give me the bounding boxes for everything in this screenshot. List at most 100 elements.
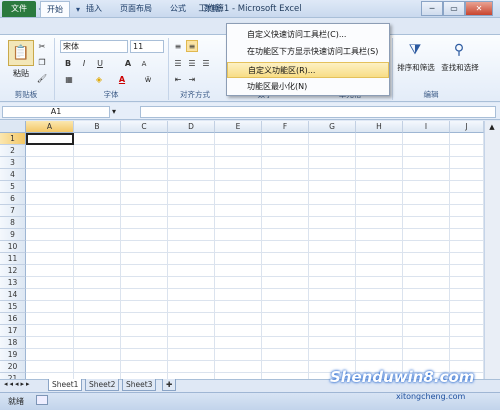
row-header-18[interactable]: 18	[0, 337, 26, 349]
tab-insert[interactable]: 插入	[80, 1, 108, 17]
group-editing-label: 编辑	[423, 90, 439, 99]
sheet-tab-2[interactable]: Sheet2	[85, 379, 120, 391]
maximize-button[interactable]: ▭	[443, 1, 465, 16]
row-header-8[interactable]: 8	[0, 217, 26, 229]
row-gridline	[26, 252, 484, 253]
insert-sheet-icon[interactable]: ✚	[162, 379, 176, 391]
row-header-14[interactable]: 14	[0, 289, 26, 301]
fill-color-icon[interactable]: ◈	[92, 73, 106, 86]
menu-item-customize-ribbon[interactable]: 自定义功能区(R)...	[227, 62, 389, 78]
menu-item-minimize-ribbon[interactable]: 功能区最小化(N)	[227, 79, 389, 95]
column-header-E[interactable]: E	[215, 121, 262, 133]
row-header-17[interactable]: 17	[0, 325, 26, 337]
tab-formulas[interactable]: 公式	[164, 1, 192, 17]
row-header-19[interactable]: 19	[0, 349, 26, 361]
column-header-I[interactable]: I	[403, 121, 450, 133]
row-header-16[interactable]: 16	[0, 313, 26, 325]
formula-input[interactable]	[140, 106, 496, 118]
vertical-scrollbar[interactable]	[484, 121, 500, 379]
menu-item-show-qat-below[interactable]: 在功能区下方显示快速访问工具栏(S)	[227, 44, 389, 60]
row-header-9[interactable]: 9	[0, 229, 26, 241]
column-header-B[interactable]: B	[74, 121, 121, 133]
column-header-G[interactable]: G	[309, 121, 356, 133]
column-header-F[interactable]: F	[262, 121, 309, 133]
grow-font-button[interactable]: A	[122, 57, 134, 70]
row-header-11[interactable]: 11	[0, 253, 26, 265]
close-button[interactable]: ✕	[465, 1, 493, 16]
row-header-10[interactable]: 10	[0, 241, 26, 253]
row-gridline	[26, 144, 484, 145]
copy-icon[interactable]: ❐	[36, 56, 48, 68]
sort-filter-icon[interactable]: ⧩	[404, 40, 426, 60]
align-center-icon[interactable]: ☰	[186, 57, 198, 69]
decrease-indent-icon[interactable]: ⇤	[172, 73, 184, 85]
row-header-1[interactable]: 1	[0, 133, 26, 145]
phonetic-icon[interactable]: ẅ	[142, 73, 154, 86]
macro-record-icon[interactable]	[36, 395, 48, 405]
row-header-12[interactable]: 12	[0, 265, 26, 277]
row-gridline	[26, 348, 484, 349]
row-header-2[interactable]: 2	[0, 145, 26, 157]
row-gridline	[26, 312, 484, 313]
namebox-dropdown-icon[interactable]: ▾	[112, 107, 116, 116]
status-ready: 就绪	[8, 397, 24, 406]
row-header-20[interactable]: 20	[0, 361, 26, 373]
align-top-icon[interactable]: ≡	[172, 40, 184, 52]
column-header-C[interactable]: C	[121, 121, 168, 133]
sort-filter-button[interactable]: 排序和筛选	[396, 62, 436, 73]
active-cell-a1[interactable]	[26, 133, 74, 145]
row-header-6[interactable]: 6	[0, 193, 26, 205]
group-alignment-label: 对齐方式	[180, 90, 210, 99]
row-header-13[interactable]: 13	[0, 277, 26, 289]
shrink-font-button[interactable]: A	[138, 57, 150, 70]
column-gridline	[167, 133, 168, 379]
format-painter-icon[interactable]: 🖌	[36, 72, 48, 84]
row-gridline	[26, 216, 484, 217]
row-header-7[interactable]: 7	[0, 205, 26, 217]
minimize-button[interactable]: ─	[421, 1, 443, 16]
row-header-5[interactable]: 5	[0, 181, 26, 193]
paste-icon[interactable]: 📋	[8, 40, 34, 66]
row-header-15[interactable]: 15	[0, 301, 26, 313]
row-gridline	[26, 240, 484, 241]
column-header-J[interactable]: J	[450, 121, 484, 133]
find-binoculars-icon[interactable]: ⚲	[448, 40, 470, 60]
border-icon[interactable]: ▦	[62, 73, 76, 86]
row-gridline	[26, 336, 484, 337]
cut-icon[interactable]: ✂	[36, 40, 48, 52]
underline-button[interactable]: U	[94, 57, 106, 70]
find-select-button[interactable]: 查找和选择	[440, 62, 480, 73]
watermark-line1: Shenduwin8.com	[330, 368, 475, 386]
paste-button[interactable]: 粘贴	[8, 68, 34, 79]
bold-button[interactable]: B	[62, 57, 74, 70]
font-size-combo[interactable]: 11	[130, 40, 164, 53]
font-color-icon[interactable]: A	[116, 73, 128, 86]
divider	[392, 38, 393, 100]
column-header-H[interactable]: H	[356, 121, 403, 133]
tab-data[interactable]: 数据	[198, 1, 226, 17]
row-header-3[interactable]: 3	[0, 157, 26, 169]
increase-indent-icon[interactable]: ⇥	[186, 73, 198, 85]
sheet-tab-3[interactable]: Sheet3	[122, 379, 157, 391]
tab-page-layout[interactable]: 页面布局	[114, 1, 158, 17]
tab-file[interactable]: 文件	[2, 1, 36, 17]
font-name-combo[interactable]: 宋体	[60, 40, 128, 53]
menu-item-customize-qat[interactable]: 自定义快速访问工具栏(C)...	[227, 27, 389, 43]
column-header-A[interactable]: A	[26, 121, 74, 133]
watermark-line2: xitongcheng.com	[396, 392, 466, 401]
column-gridline	[261, 133, 262, 379]
row-gridline	[26, 204, 484, 205]
name-box[interactable]: A1	[2, 106, 110, 118]
align-middle-icon[interactable]: ≡	[186, 40, 198, 52]
sheet-nav-arrows-icon[interactable]: ◂◂◂▸▸	[4, 380, 32, 388]
align-right-icon[interactable]: ☰	[200, 57, 212, 69]
align-left-icon[interactable]: ☰	[172, 57, 184, 69]
tab-home[interactable]: 开始	[40, 1, 70, 17]
italic-button[interactable]: I	[78, 57, 90, 70]
scroll-up-icon[interactable]: ▲	[486, 123, 498, 133]
row-header-4[interactable]: 4	[0, 169, 26, 181]
sheet-tab-1[interactable]: Sheet1	[48, 379, 83, 391]
select-all-corner[interactable]	[0, 121, 26, 133]
column-gridline	[308, 133, 309, 379]
column-header-D[interactable]: D	[168, 121, 215, 133]
